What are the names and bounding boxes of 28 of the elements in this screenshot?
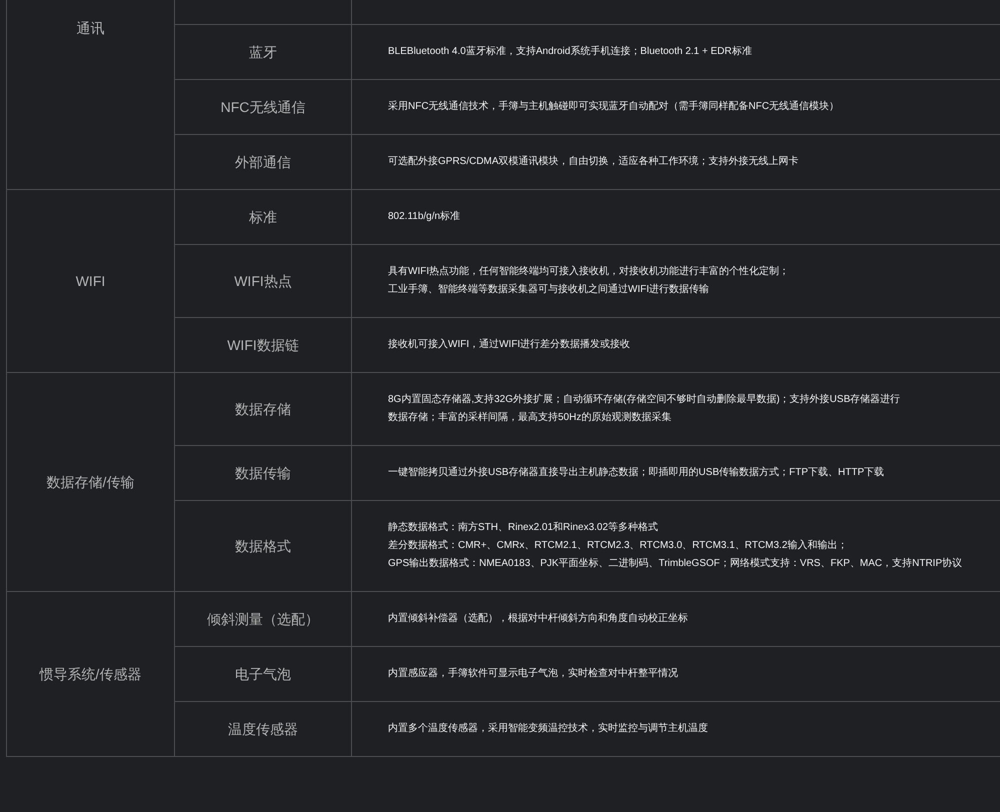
spec-name: WIFI热点 (234, 272, 292, 290)
spec-name: NFC无线通信 (220, 98, 306, 116)
spec-name: 电子气泡 (235, 664, 291, 684)
spec-name: 温度传感器 (228, 720, 298, 738)
category-label: 通讯 (76, 18, 104, 38)
category-label: 数据存储/传输 (46, 472, 134, 492)
category-label: WIFI (76, 272, 106, 290)
spec-name: 标准 (249, 208, 277, 226)
spec-detail: BLEBluetooth 4.0蓝牙标准，支持Android系统手机连接；Bluetooth 2.1 + EDR标准 (388, 44, 752, 59)
category-label: 惯导系统/传感器 (40, 664, 142, 684)
spec-detail: 内置倾斜补偿器（选配），根据对中杆倾斜方向和角度自动校正坐标 (388, 612, 688, 626)
spec-detail: 一键智能拷贝通过外接USB存储器直接导出主机静态数据；即插即用的USB传输数据方式；FTP下载、HTTP下载 (388, 466, 884, 480)
spec-detail: 内置多个温度传感器，采用智能变频温控技术，实时监控与调节主机温度 (388, 722, 708, 736)
spec-name: 倾斜测量（选配） (207, 610, 319, 628)
spec-name: WIFI数据链 (227, 336, 299, 354)
spec-detail: 具有WIFI热点功能，任何智能终端均可接入接收机，对接收机功能进行丰富的个性化定制； 工业手簿、智能终端等数据采集器可与接收机之间通过WIFI进行数据传输 (388, 264, 790, 297)
spec-detail: 静态数据格式：南方STH、Rinex2.01和Rinex3.02等多种格式 差分数据格式：CMR+、CMRx、RTCM2.1、RTCM2.3、RTCM3.0、RTCM3.1、RTCM3.2输入和输出； GPS输出数据格式：NMEA0183、PJK平面坐标、二进制码、TrimbleGSOF；网络模式支持：VRS、FKP、MAC，支持NTRIP协议 (388, 520, 962, 571)
spec-detail: 内置感应器，手簿软件可显示电子气泡，实时检查对中杆整平情况 (388, 666, 678, 681)
spec-detail: 可选配外接GPRS/CDMA双模通讯模块，自由切换，适应各种工作环境；支持外接无线上网卡 (388, 154, 799, 169)
spec-name: 蓝牙 (249, 42, 277, 62)
spec-name: 外部通信 (235, 152, 291, 172)
spec-name: 数据传输 (235, 464, 291, 482)
spec-detail: 802.11b/g/n标准 (388, 210, 460, 224)
spec-detail: 接收机可接入WIFI，通过WIFI进行差分数据播发或接收 (388, 338, 630, 352)
spec-detail: 8G内置固态存储器,支持32G外接扩展；自动循环存储(存储空间不够时自动删除最早数据)；支持外接USB存储器进行 数据存储；丰富的采样间隔，最高支持50Hz的原始观测数据采集 (388, 392, 900, 425)
spec-name: 数据格式 (235, 536, 291, 556)
spec-detail: 采用NFC无线通信技术，手簿与主机触碰即可实现蓝牙自动配对（需手簿同样配备NFC无线通信模块） (388, 100, 840, 114)
spec-name: 数据存储 (235, 400, 291, 418)
